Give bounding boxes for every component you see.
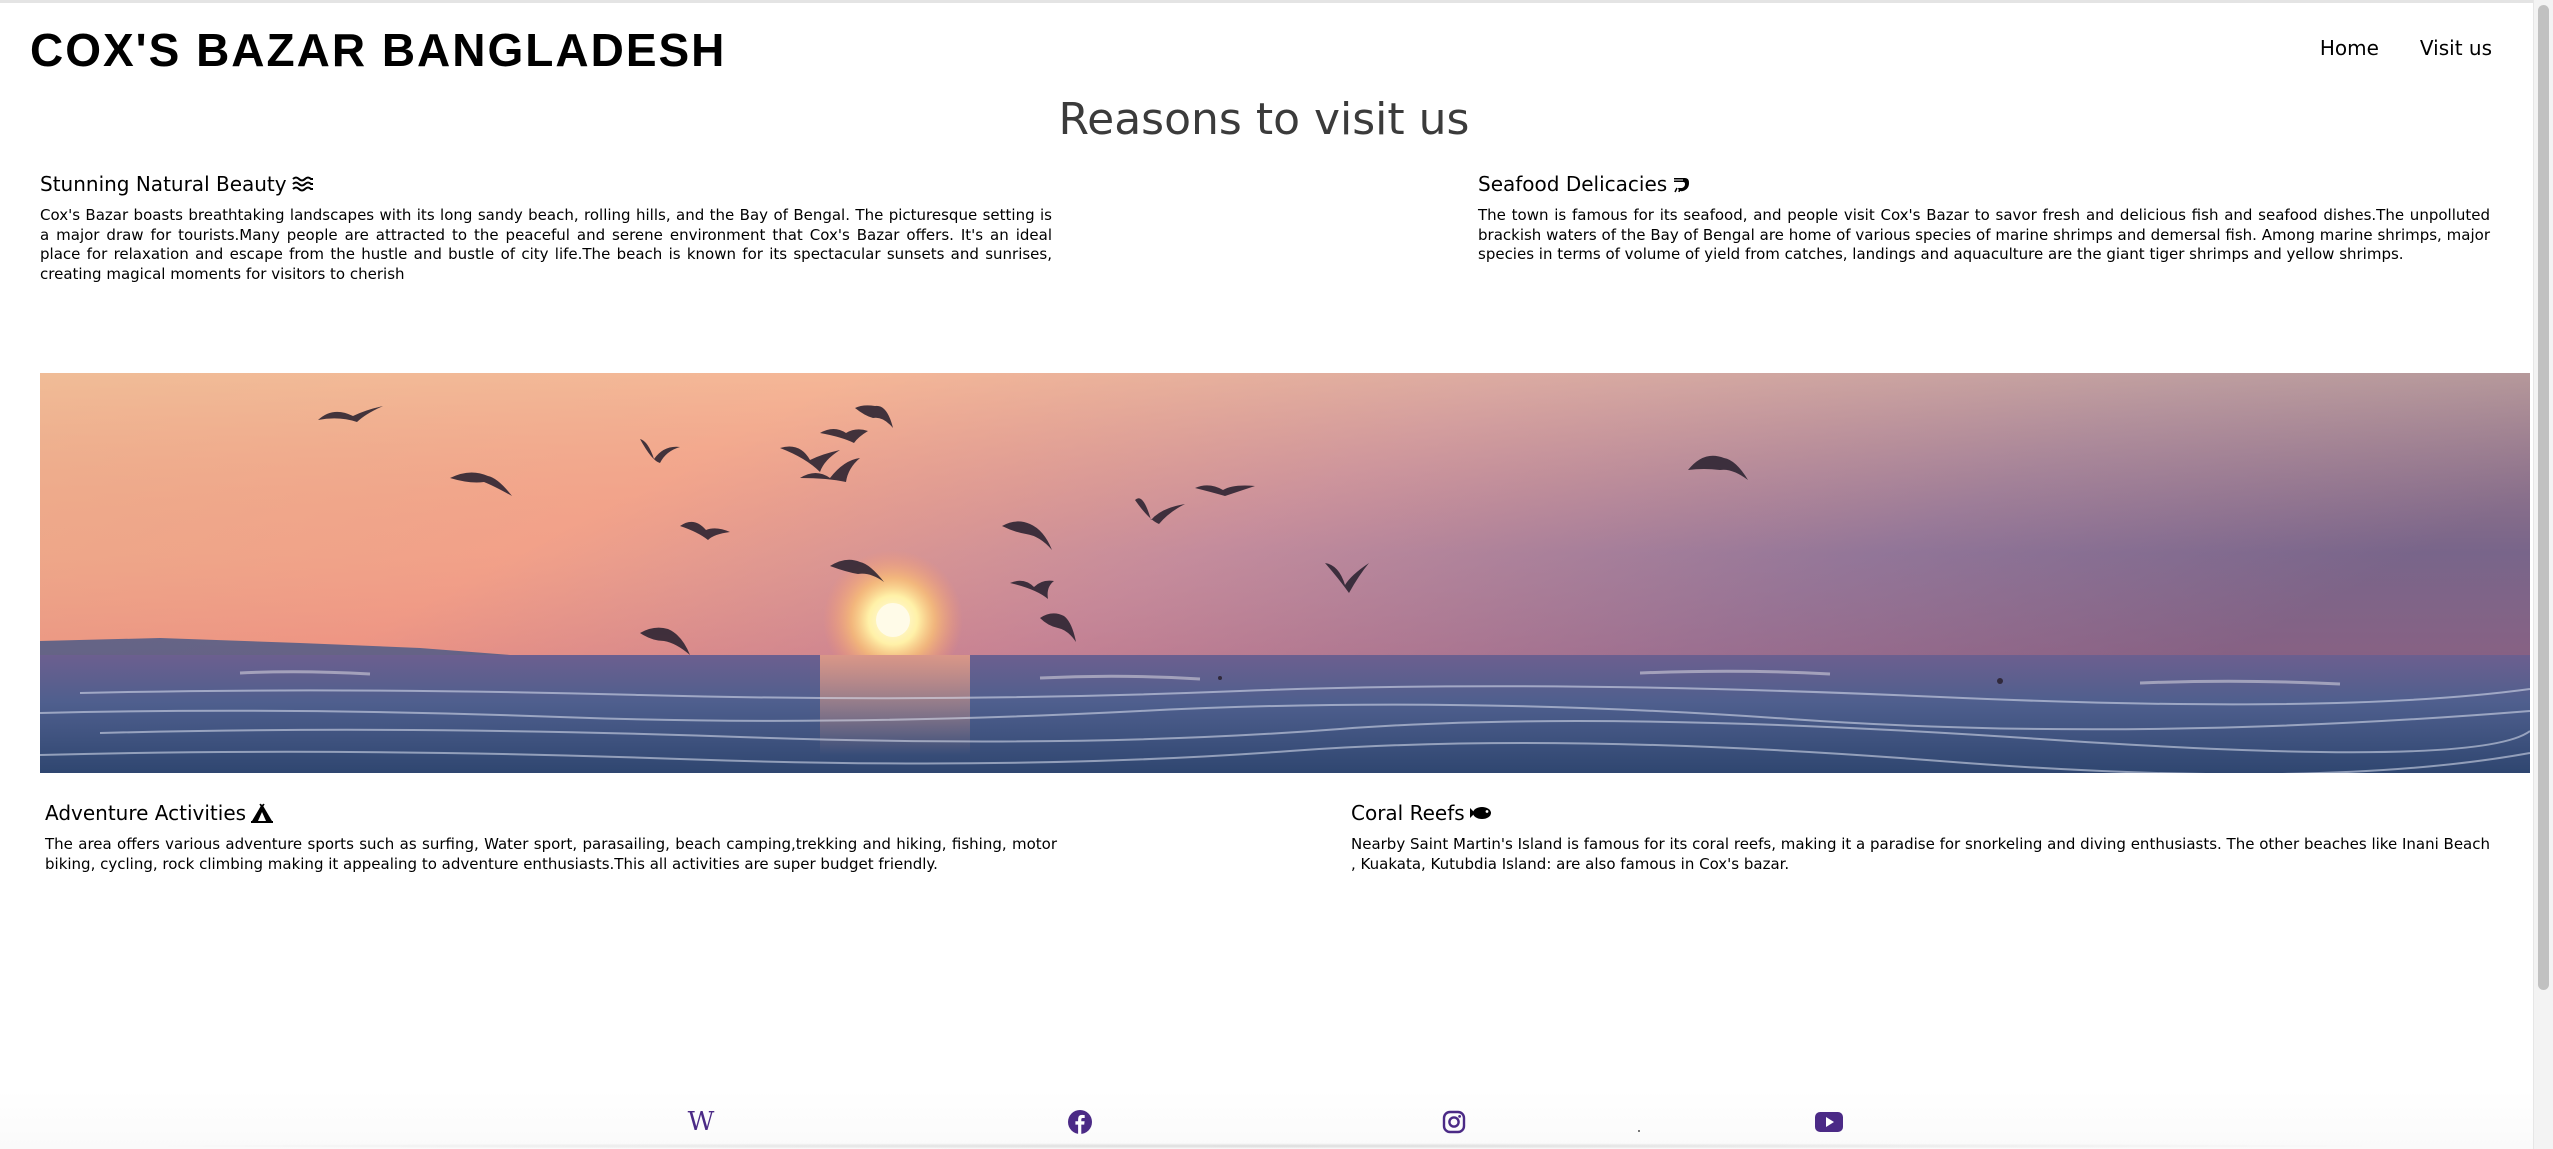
reason-card-seafood: Seafood Delicacies The town is famous fo… [1478, 171, 2490, 265]
reason-card-adventure: Adventure Activities The area offers var… [45, 800, 1057, 874]
reason-title: Adventure Activities [45, 800, 1057, 826]
tent-icon [251, 803, 274, 823]
reason-text: Nearby Saint Martin's Island is famous f… [1351, 835, 2490, 873]
shrimp-icon [1672, 175, 1690, 193]
reason-title: Seafood Delicacies [1478, 171, 2490, 197]
main-nav: Home Visit us [2320, 36, 2492, 60]
scrollbar-thumb[interactable] [2538, 5, 2549, 990]
reason-title-text: Adventure Activities [45, 801, 247, 825]
reason-card-coral-reefs: Coral Reefs Nearby Saint Martin's Island… [1351, 800, 2490, 874]
youtube-icon[interactable] [1815, 1108, 1843, 1136]
instagram-icon[interactable] [1440, 1108, 1468, 1136]
reason-text: Cox's Bazar boasts breathtaking landscap… [40, 206, 1052, 283]
reason-title-text: Stunning Natural Beauty [40, 172, 287, 196]
page-heading: Reasons to visit us [1058, 94, 1470, 145]
reason-title-text: Coral Reefs [1351, 801, 1465, 825]
nav-visit-us-link[interactable]: Visit us [2420, 36, 2492, 60]
reason-title: Stunning Natural Beauty [40, 171, 1052, 197]
wikipedia-glyph: W [687, 1107, 715, 1137]
nav-home-link[interactable]: Home [2320, 36, 2379, 60]
reason-title-text: Seafood Delicacies [1478, 172, 1668, 196]
fish-icon [1469, 806, 1492, 820]
footer-dot [1638, 1130, 1640, 1132]
site-title: COX'S BAZAR BANGLADESH [30, 24, 727, 76]
footer-shadow [95, 1143, 2435, 1149]
reason-text: The area offers various adventure sports… [45, 835, 1057, 873]
sunset-birds-photo [40, 373, 2530, 773]
top-border [0, 0, 2553, 3]
waves-icon [291, 176, 314, 192]
reason-text: The town is famous for its seafood, and … [1478, 206, 2490, 263]
wikipedia-icon[interactable]: W [687, 1108, 715, 1136]
scrollbar-track[interactable] [2533, 0, 2553, 1149]
facebook-icon[interactable] [1066, 1108, 1094, 1136]
reason-title: Coral Reefs [1351, 800, 2490, 826]
reason-card-natural-beauty: Stunning Natural Beauty Cox's Bazar boas… [40, 171, 1052, 284]
footer [0, 1090, 2534, 1149]
